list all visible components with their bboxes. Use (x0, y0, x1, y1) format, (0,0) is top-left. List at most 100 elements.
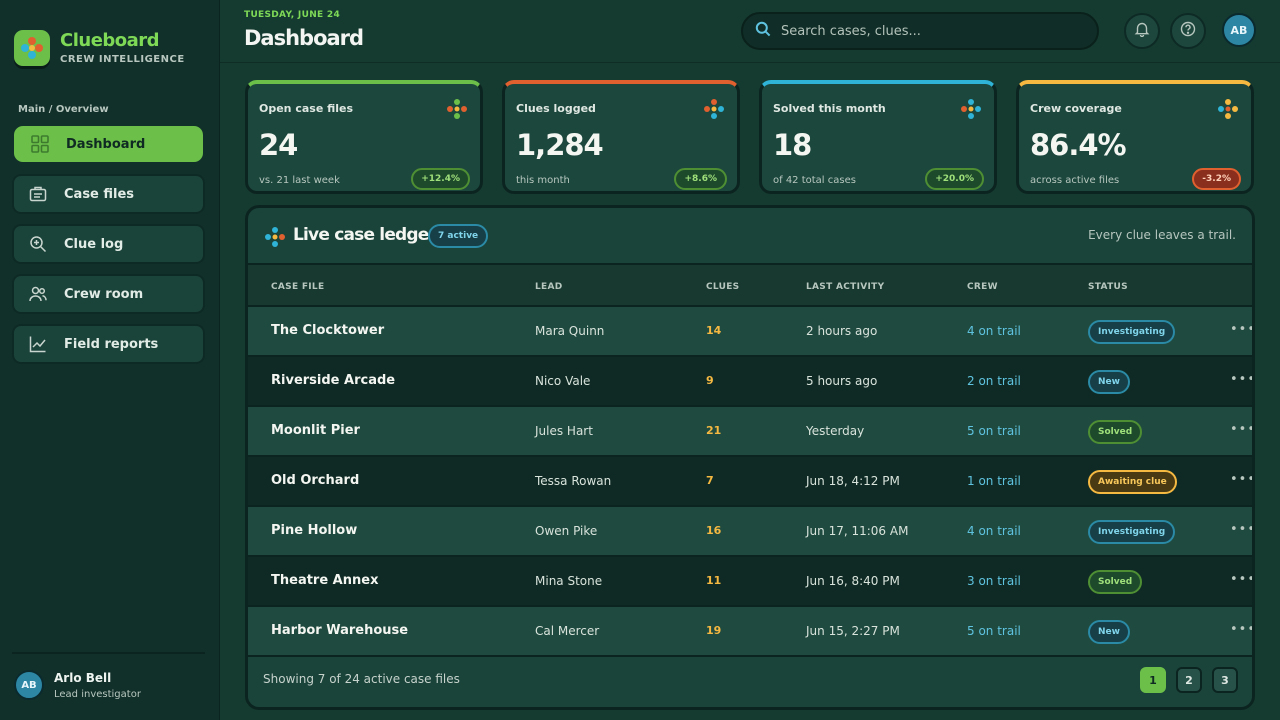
case-name[interactable]: Theatre Annex (271, 573, 378, 588)
column-header-lead[interactable]: LEAD (535, 282, 563, 292)
more-options-icon[interactable]: ••• (1230, 322, 1252, 337)
search-bar[interactable] (741, 12, 1099, 50)
notifications-button[interactable] (1124, 13, 1160, 49)
ledger-title: Live case ledger (293, 225, 437, 245)
case-name[interactable]: Moonlit Pier (271, 423, 360, 438)
case-crew[interactable]: 5 on trail (967, 624, 1021, 638)
column-header-status[interactable]: STATUS (1088, 282, 1128, 292)
case-last-activity: 2 hours ago (806, 324, 878, 338)
stat-value: 18 (773, 128, 812, 162)
more-options-icon[interactable]: ••• (1230, 472, 1252, 487)
table-row[interactable]: Pine Hollow Owen Pike 16 Jun 17, 11:06 A… (248, 507, 1252, 557)
case-clues: 19 (706, 624, 722, 637)
case-last-activity: 5 hours ago (806, 374, 878, 388)
sidebar-item-label: Dashboard (66, 136, 146, 152)
nav-section-label: Main / Overview (18, 104, 109, 115)
stat-delta-badge: +20.0% (925, 168, 984, 190)
page-button-2[interactable]: 2 (1176, 667, 1202, 693)
header-avatar[interactable]: AB (1222, 13, 1256, 47)
stat-value: 86.4% (1030, 128, 1127, 162)
column-header-clues[interactable]: CLUES (706, 282, 739, 292)
table-row[interactable]: Theatre Annex Mina Stone 11 Jun 16, 8:40… (248, 557, 1252, 607)
case-name[interactable]: Harbor Warehouse (271, 623, 408, 638)
column-header-crew[interactable]: CREW (967, 282, 998, 292)
table-row[interactable]: Harbor Warehouse Cal Mercer 19 Jun 15, 2… (248, 607, 1252, 657)
case-last-activity: Jun 15, 2:27 PM (806, 624, 900, 638)
more-options-icon[interactable]: ••• (1230, 572, 1252, 587)
sidebar-item-case-files[interactable]: Case files (12, 174, 205, 214)
active-count-badge: 7 active (428, 224, 489, 248)
case-lead: Owen Pike (535, 524, 598, 538)
sidebar-item-label: Field reports (64, 336, 159, 352)
brand[interactable]: Clueboard CREW INTELLIGENCE (14, 30, 185, 66)
case-crew[interactable]: 1 on trail (967, 474, 1021, 488)
status-badge: Solved (1088, 570, 1143, 594)
stat-card-clues-logged[interactable]: Clues logged 1,284 this month +8.6% (502, 80, 740, 194)
more-options-icon[interactable]: ••• (1230, 372, 1252, 387)
pagination-summary: Showing 7 of 24 active case files (263, 672, 460, 686)
page-button-3[interactable]: 3 (1212, 667, 1238, 693)
column-header-case-file[interactable]: CASE FILE (271, 282, 324, 292)
case-name[interactable]: Pine Hollow (271, 523, 357, 538)
magnifier-plus-icon (29, 235, 47, 253)
page-button-1[interactable]: 1 (1140, 667, 1166, 693)
sidebar-item-crew-room[interactable]: Crew room (12, 274, 205, 314)
case-crew[interactable]: 3 on trail (967, 574, 1021, 588)
case-clues: 9 (706, 374, 714, 387)
case-crew[interactable]: 2 on trail (967, 374, 1021, 388)
case-crew[interactable]: 5 on trail (967, 424, 1021, 438)
case-lead: Mina Stone (535, 574, 603, 588)
more-options-icon[interactable]: ••• (1230, 622, 1252, 637)
case-last-activity: Yesterday (806, 424, 865, 438)
sidebar-item-clue-log[interactable]: Clue log (12, 224, 205, 264)
more-options-icon[interactable]: ••• (1230, 522, 1252, 537)
stat-note: across active files (1030, 175, 1120, 186)
stat-card-crew-coverage[interactable]: Crew coverage 86.4% across active files … (1016, 80, 1254, 194)
table-row[interactable]: Moonlit Pier Jules Hart 21 Yesterday 5 o… (248, 407, 1252, 457)
sidebar-divider (12, 652, 205, 654)
stat-note: of 42 total cases (773, 175, 856, 186)
status-badge: Solved (1088, 420, 1143, 444)
profile-role: Lead investigator (54, 688, 141, 700)
stat-value: 1,284 (516, 128, 604, 162)
case-name[interactable]: Riverside Arcade (271, 373, 395, 388)
header-divider (220, 62, 1280, 63)
column-header-last-activity[interactable]: LAST ACTIVITY (806, 282, 884, 292)
case-lead: Nico Vale (535, 374, 591, 388)
logo-icon (14, 30, 50, 66)
sidebar-item-field-reports[interactable]: Field reports (12, 324, 205, 364)
table-row[interactable]: The Clocktower Mara Quinn 14 2 hours ago… (248, 307, 1252, 357)
case-lead: Mara Quinn (535, 324, 605, 338)
case-lead: Tessa Rowan (535, 474, 612, 488)
more-options-icon[interactable]: ••• (1230, 422, 1252, 437)
stat-label: Open case files (259, 102, 354, 115)
sidebar-item-label: Case files (64, 186, 135, 202)
table-row[interactable]: Old Orchard Tessa Rowan 7 Jun 18, 4:12 P… (248, 457, 1252, 507)
case-last-activity: Jun 17, 11:06 AM (806, 524, 909, 538)
help-button[interactable] (1170, 13, 1206, 49)
user-profile[interactable]: AB Arlo Bell Lead investigator (14, 670, 141, 700)
stat-delta-badge: -3.2% (1192, 168, 1241, 190)
chart-line-icon (29, 335, 47, 353)
stat-card-solved[interactable]: Solved this month 18 of 42 total cases +… (759, 80, 997, 194)
bell-icon (1134, 21, 1150, 41)
sidebar-item-label: Crew room (64, 286, 144, 302)
sidebar-item-dashboard[interactable]: Dashboard (14, 126, 203, 162)
case-crew[interactable]: 4 on trail (967, 524, 1021, 538)
stat-delta-badge: +8.6% (674, 168, 727, 190)
sidebar-item-label: Clue log (64, 236, 124, 252)
briefcase-icon (29, 185, 47, 203)
stat-label: Clues logged (516, 102, 596, 115)
brand-name: Clueboard (60, 30, 160, 51)
case-crew[interactable]: 4 on trail (967, 324, 1021, 338)
stat-note: vs. 21 last week (259, 175, 340, 186)
table-row[interactable]: Riverside Arcade Nico Vale 9 5 hours ago… (248, 357, 1252, 407)
brand-subtitle: CREW INTELLIGENCE (60, 54, 185, 65)
case-name[interactable]: The Clocktower (271, 323, 384, 338)
search-input[interactable] (781, 23, 1081, 39)
help-icon (1180, 21, 1196, 41)
case-name[interactable]: Old Orchard (271, 473, 359, 488)
stat-value: 24 (259, 128, 298, 162)
stat-card-open-cases[interactable]: Open case files 24 vs. 21 last week +12.… (245, 80, 483, 194)
search-icon (755, 21, 771, 41)
